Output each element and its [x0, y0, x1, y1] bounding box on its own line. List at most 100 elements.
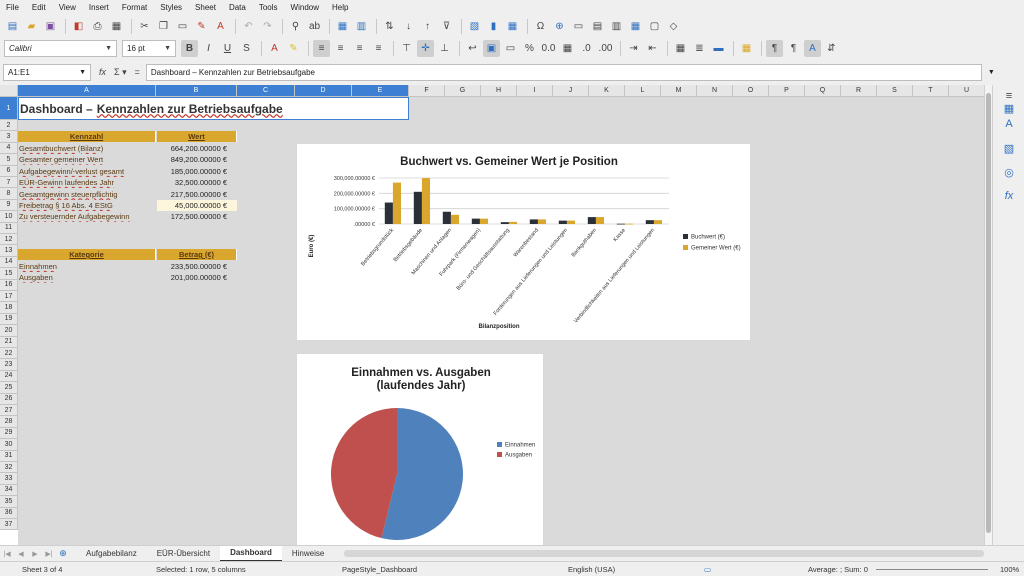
row-header-10[interactable]: 10: [0, 211, 18, 223]
next-sheet-icon[interactable]: ▶: [28, 548, 42, 560]
spelling-icon[interactable]: ab: [306, 18, 323, 35]
tab-eur-uebersicht[interactable]: EÜR-Übersicht: [147, 546, 220, 562]
table-row-label[interactable]: Gesamter gemeiner Wert: [18, 154, 156, 165]
row-header-18[interactable]: 18: [0, 302, 18, 314]
add-decimal-icon[interactable]: .0: [578, 40, 595, 57]
row-header-1[interactable]: 1: [0, 97, 18, 120]
column-header-p[interactable]: P: [769, 85, 805, 97]
row-header-16[interactable]: 16: [0, 279, 18, 291]
styles-icon[interactable]: A: [1000, 115, 1018, 133]
menu-window[interactable]: Window: [291, 3, 319, 12]
menu-tools[interactable]: Tools: [259, 3, 278, 12]
row-header-22[interactable]: 22: [0, 348, 18, 360]
align-top-icon[interactable]: ⊤: [398, 40, 415, 57]
underline-icon[interactable]: U: [219, 40, 236, 57]
sort-descending-icon[interactable]: ↑: [419, 18, 436, 35]
row-header-36[interactable]: 36: [0, 507, 18, 519]
comment-icon[interactable]: ▭: [570, 18, 587, 35]
table-row-value[interactable]: 849,200.00000 €: [157, 154, 237, 165]
row-header-17[interactable]: 17: [0, 291, 18, 303]
export-pdf-icon[interactable]: ◧: [70, 18, 87, 35]
merge-center-icon[interactable]: ▣: [483, 39, 500, 57]
row-header-8[interactable]: 8: [0, 188, 18, 200]
column-header-j[interactable]: J: [553, 85, 589, 97]
cut-icon[interactable]: ✂: [136, 18, 153, 35]
column-header-o[interactable]: O: [733, 85, 769, 97]
row-header-4[interactable]: 4: [0, 142, 18, 155]
row-header-26[interactable]: 26: [0, 393, 18, 405]
split-window-icon[interactable]: ▢: [646, 18, 663, 35]
column-header-r[interactable]: R: [841, 85, 877, 97]
table-row-value[interactable]: 664,200.00000 €: [157, 143, 237, 154]
border-color-icon[interactable]: ▬: [710, 40, 727, 57]
table-row-value[interactable]: 217,500.00000 €: [157, 189, 237, 200]
prev-sheet-icon[interactable]: ◀: [14, 548, 28, 560]
column-header-u[interactable]: U: [949, 85, 984, 97]
row-header-20[interactable]: 20: [0, 325, 18, 337]
row-header-19[interactable]: 19: [0, 313, 18, 326]
row-header-34[interactable]: 34: [0, 484, 18, 497]
sum-info[interactable]: Average: ; Sum: 0: [808, 565, 868, 574]
borders-icon[interactable]: ▦: [672, 40, 689, 57]
freeze-rows-icon[interactable]: ▦: [627, 18, 644, 35]
column-header-q[interactable]: Q: [805, 85, 841, 97]
define-print-area-icon[interactable]: ▥: [608, 18, 625, 35]
decrease-indent-icon[interactable]: ⇤: [644, 40, 661, 57]
row-header-9[interactable]: 9: [0, 199, 18, 212]
redo-icon[interactable]: ↷: [259, 18, 276, 35]
row-header-3[interactable]: 3: [0, 131, 18, 143]
hyperlink-icon[interactable]: ⊕: [551, 18, 568, 35]
tab-dashboard[interactable]: Dashboard: [220, 545, 282, 562]
date-format-icon[interactable]: ▦: [559, 40, 576, 57]
right-to-left-icon[interactable]: ¶: [785, 40, 802, 57]
column-header-f[interactable]: F: [409, 85, 445, 97]
left-to-right-icon[interactable]: ¶: [766, 39, 783, 57]
table-row-label[interactable]: Gesamtgewinn steuerpflichtig: [18, 189, 156, 200]
insert-chart-icon[interactable]: ▮: [485, 18, 502, 35]
row-header-15[interactable]: 15: [0, 268, 18, 280]
column-header-m[interactable]: M: [661, 85, 697, 97]
spreadsheet-grid[interactable]: ABCDEFGHIJKLMNOPQRSTU 1 2 3 4 5 6 7 8 9 10 11 12 13 1…: [0, 85, 984, 545]
vertical-scrollbar[interactable]: [984, 85, 992, 545]
tab-hinweise[interactable]: Hinweise: [282, 546, 334, 562]
pie-chart[interactable]: Einnahmen vs. Ausgaben (laufendes Jahr) Ei…: [296, 353, 544, 545]
formula-icon[interactable]: =: [135, 67, 140, 77]
vertical-text-icon[interactable]: ⇵: [823, 40, 840, 57]
font-color-icon[interactable]: A: [266, 40, 283, 57]
column-header-a[interactable]: A: [18, 85, 156, 97]
center-vertically-icon[interactable]: ✛: [417, 39, 434, 57]
row-header-7[interactable]: 7: [0, 177, 18, 189]
print-preview-icon[interactable]: ▦: [108, 18, 125, 35]
add-sheet-icon[interactable]: ⊕: [56, 548, 70, 560]
save-icon[interactable]: ▣: [42, 18, 59, 35]
menu-format[interactable]: Format: [122, 3, 147, 12]
column-header-k[interactable]: K: [589, 85, 625, 97]
row-header-30[interactable]: 30: [0, 439, 18, 451]
last-sheet-icon[interactable]: ▶|: [42, 548, 56, 560]
row-header-6[interactable]: 6: [0, 165, 18, 177]
number-format-icon[interactable]: 0.0: [540, 40, 557, 57]
language[interactable]: English (USA): [568, 565, 615, 574]
sum-icon[interactable]: Σ ▾: [114, 67, 127, 78]
new-document-icon[interactable]: ▤: [4, 18, 21, 35]
border-style-icon[interactable]: ≣: [691, 40, 708, 57]
row-header-25[interactable]: 25: [0, 382, 18, 394]
highlight-color-icon[interactable]: ✎: [285, 40, 302, 57]
text-direction-icon[interactable]: A: [804, 39, 821, 57]
menu-file[interactable]: File: [6, 3, 19, 12]
table-row-value[interactable]: 45,000.00000 €: [157, 200, 237, 211]
formula-input[interactable]: Dashboard – Kennzahlen zur Betriebsaufga…: [145, 63, 982, 81]
wrap-text-icon[interactable]: ↩: [464, 40, 481, 57]
row-header-29[interactable]: 29: [0, 427, 18, 440]
conditional-format-icon[interactable]: ▦: [738, 40, 755, 57]
page-style[interactable]: PageStyle_Dashboard: [342, 565, 417, 574]
open-folder-icon[interactable]: ▰: [23, 18, 40, 35]
table-row-label[interactable]: Ausgaben: [18, 272, 156, 283]
menu-data[interactable]: Data: [229, 3, 246, 12]
horizontal-scrollbar[interactable]: [344, 550, 984, 557]
row-header-12[interactable]: 12: [0, 234, 18, 246]
name-box[interactable]: A1:E1 ▼: [3, 63, 91, 81]
navigator-icon[interactable]: ◎: [1000, 163, 1018, 181]
font-name-box[interactable]: Calibri ▼: [4, 39, 117, 57]
row-header-11[interactable]: 11: [0, 222, 18, 234]
